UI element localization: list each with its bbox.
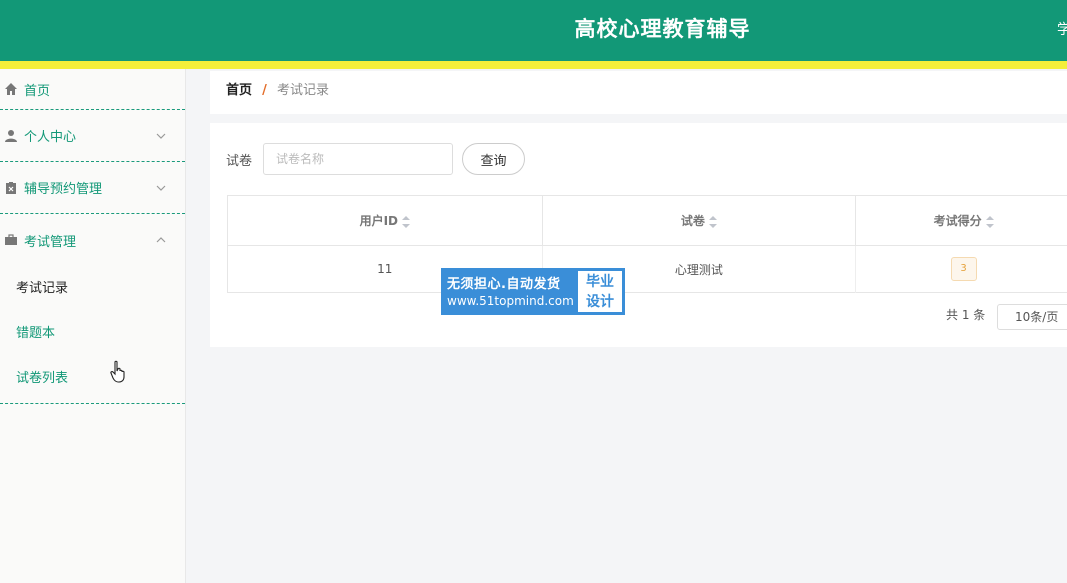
sort-icon[interactable] [402, 215, 411, 228]
watermark-tag-2: 设计 [586, 294, 614, 310]
sidebar-item-home[interactable]: 首页 [0, 69, 185, 110]
search-button[interactable]: 查询 [462, 143, 525, 175]
header-user-text[interactable]: 学 [1057, 19, 1067, 39]
top-header: 高校心理教育辅导 学 [0, 0, 1067, 61]
exam-records-table: 用户ID 试卷 考试得分 11 心理测试 3 [227, 195, 1067, 293]
breadcrumb-current: 考试记录 [277, 83, 330, 98]
watermark-banner: 无须担心.自动发货 www.51topmind.com 毕业 设计 [441, 268, 625, 315]
column-header-paper[interactable]: 试卷 [542, 195, 857, 246]
breadcrumb-home[interactable]: 首页 [226, 83, 252, 98]
search-label: 试卷 [226, 154, 253, 169]
home-icon [5, 83, 17, 95]
table-header-row: 用户ID 试卷 考试得分 [227, 195, 1067, 246]
table-row[interactable]: 11 心理测试 3 [227, 245, 1067, 293]
sidebar-item-exam-records[interactable]: 考试记录 [0, 266, 185, 311]
sidebar-item-appointment[interactable]: 辅导预约管理 [0, 162, 185, 214]
hand-cursor-icon [110, 360, 125, 383]
sidebar-item-label: 考试管理 [24, 234, 77, 250]
header-accent-bar [0, 61, 1067, 69]
sort-icon[interactable] [985, 215, 994, 228]
watermark-slogan: 无须担心.自动发货 [447, 277, 561, 292]
page-size-select[interactable]: 10条/页 [997, 304, 1067, 330]
chevron-down-icon [156, 133, 166, 139]
watermark-url: www.51topmind.com [447, 294, 574, 308]
sidebar-item-exam-management[interactable]: 考试管理 [0, 214, 185, 266]
column-header-user-id[interactable]: 用户ID [227, 195, 543, 246]
sidebar: 首页 个人中心 辅导预约管理 考试管理 考试记录 错题本 试卷列表 [0, 69, 186, 583]
user-icon [5, 129, 17, 142]
breadcrumb: 首页 / 考试记录 [210, 71, 1067, 114]
content-card: 试卷 查询 用户ID 试卷 考试得分 11 心理测试 3 共 1 条 10条/页 [210, 123, 1067, 347]
watermark-tag-1: 毕业 [586, 274, 614, 290]
score-badge: 3 [950, 257, 977, 281]
app-title: 高校心理教育辅导 [574, 17, 751, 41]
column-header-score[interactable]: 考试得分 [855, 195, 1067, 246]
sidebar-item-personal-center[interactable]: 个人中心 [0, 110, 185, 162]
sidebar-item-wrong-questions[interactable]: 错题本 [0, 311, 185, 356]
sidebar-item-paper-list[interactable]: 试卷列表 [0, 356, 185, 401]
cell-score: 3 [856, 246, 1067, 293]
chevron-down-icon [156, 185, 166, 191]
briefcase-icon [5, 234, 17, 245]
sidebar-item-label: 辅导预约管理 [24, 182, 103, 197]
search-input[interactable] [263, 143, 453, 175]
breadcrumb-separator: / [262, 83, 267, 98]
clipboard-icon [6, 181, 16, 194]
sidebar-item-label: 首页 [24, 83, 51, 99]
chevron-up-icon [156, 237, 166, 243]
sort-icon[interactable] [708, 215, 717, 228]
pagination-total: 共 1 条 [946, 308, 986, 322]
exam-submenu: 考试记录 错题本 试卷列表 [0, 266, 185, 404]
sidebar-item-label: 个人中心 [24, 130, 77, 145]
